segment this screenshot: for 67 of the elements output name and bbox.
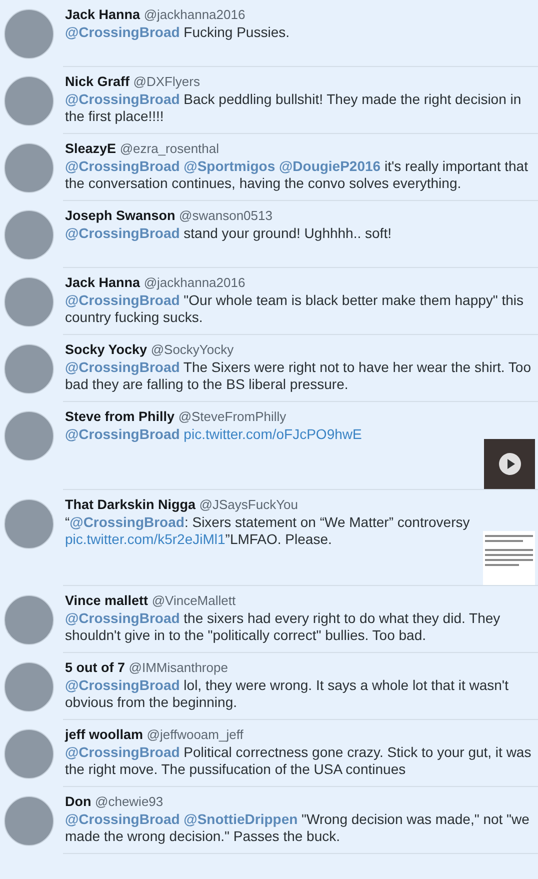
user-name[interactable]: Nick Graff bbox=[65, 74, 130, 89]
avatar[interactable] bbox=[4, 411, 54, 461]
avatar[interactable] bbox=[4, 662, 54, 712]
user-handle[interactable]: @JSaysFuckYou bbox=[199, 497, 298, 512]
mention-link[interactable]: @CrossingBroad bbox=[65, 91, 180, 107]
mention-link[interactable]: @CrossingBroad bbox=[65, 24, 180, 40]
user-name[interactable]: SleazyE bbox=[65, 141, 116, 156]
user-name[interactable]: 5 out of 7 bbox=[65, 660, 125, 675]
user-handle[interactable]: @jackhanna2016 bbox=[144, 275, 246, 290]
tweet-text: @CrossingBroad The Sixers were right not to have her wear the shirt. Too bad they are falling to the BS liberal pressure. bbox=[65, 359, 532, 393]
video-thumbnail[interactable] bbox=[484, 439, 535, 489]
avatar[interactable] bbox=[4, 499, 54, 549]
mention-link[interactable]: @CrossingBroad bbox=[65, 677, 180, 693]
avatar[interactable] bbox=[4, 9, 54, 59]
avatar[interactable] bbox=[4, 277, 54, 327]
user-name[interactable]: That Darkskin Nigga bbox=[65, 497, 196, 512]
tweet-text: @CrossingBroad the sixers had every right to do what they did. They shouldn't give in to the "politically correct" bullies. Too bad. bbox=[65, 610, 502, 644]
user-name[interactable]: Socky Yocky bbox=[65, 342, 148, 357]
mention-link[interactable]: @CrossingBroad bbox=[65, 158, 180, 174]
user-handle[interactable]: @DXFlyers bbox=[133, 74, 200, 89]
mention-link[interactable]: @CrossingBroad bbox=[65, 610, 180, 626]
mention-link[interactable]: @CrossingBroad bbox=[65, 292, 180, 308]
mention-link[interactable]: @Sportmigos bbox=[184, 158, 276, 174]
document-thumbnail[interactable] bbox=[483, 531, 535, 585]
user-handle[interactable]: @jackhanna2016 bbox=[144, 7, 246, 22]
user-handle[interactable]: @chewie93 bbox=[95, 794, 164, 809]
user-handle[interactable]: @SockyYocky bbox=[150, 342, 234, 357]
user-handle[interactable]: @IMMisanthrope bbox=[128, 660, 228, 675]
mention-link[interactable]: @CrossingBroad bbox=[65, 359, 180, 375]
avatar[interactable] bbox=[4, 210, 54, 260]
tweet-text: @CrossingBroad Political correctness gone crazy. Stick to your gut, it was the right move. The pussifucation of the USA continues bbox=[65, 744, 532, 778]
mention-link[interactable]: @DougieP2016 bbox=[279, 158, 381, 174]
mention-link[interactable]: @CrossingBroad bbox=[65, 744, 180, 760]
avatar[interactable] bbox=[4, 796, 54, 846]
tweet-text: @CrossingBroad "Our whole team is black better make them happy" this country fucking sucks. bbox=[65, 292, 525, 326]
avatar[interactable] bbox=[4, 143, 54, 193]
tweet-text: @CrossingBroad stand your ground! Ughhhh.. soft! bbox=[65, 225, 392, 242]
url-link[interactable]: pic.twitter.com/k5r2eJiMl1 bbox=[65, 531, 226, 547]
tweet-text: @CrossingBroad @SnottieDrippen "Wrong decision was made," not "we made the wrong decision." Passes the buck. bbox=[65, 811, 530, 845]
avatar[interactable] bbox=[4, 729, 54, 779]
user-name[interactable]: Don bbox=[65, 794, 92, 809]
user-name[interactable]: jeff woollam bbox=[65, 727, 144, 742]
tweet-text: @CrossingBroad Fucking Pussies. bbox=[65, 24, 290, 41]
user-name[interactable]: Joseph Swanson bbox=[65, 208, 176, 223]
mention-link[interactable]: @SnottieDrippen bbox=[184, 811, 298, 827]
user-handle[interactable]: @jeffwooam_jeff bbox=[146, 727, 244, 742]
tweet-text: @CrossingBroad lol, they were wrong. It says a whole lot that it wasn't obvious from the beginning. bbox=[65, 677, 510, 711]
tweet-text: @CrossingBroad @Sportmigos @DougieP2016 it's really important that the conversation continues, having the convo solves everything. bbox=[65, 158, 529, 192]
avatar[interactable] bbox=[4, 76, 54, 126]
tweet-text: @CrossingBroad Back peddling bullshit! They made the right decision in the first place!!!! bbox=[65, 91, 522, 125]
mention-link[interactable]: @CrossingBroad bbox=[65, 426, 180, 442]
tweet-text: “@CrossingBroad: Sixers statement on “We Matter” controversy pic.twitter.com/k5r2eJiMl1”LMFAO. Please. bbox=[65, 514, 471, 548]
user-handle[interactable]: @swanson0513 bbox=[179, 208, 272, 223]
url-link[interactable]: pic.twitter.com/oFJcPO9hwE bbox=[184, 426, 362, 442]
mention-link[interactable]: @CrossingBroad bbox=[70, 514, 184, 530]
mention-link[interactable]: @CrossingBroad bbox=[65, 811, 180, 827]
play-icon[interactable] bbox=[498, 452, 522, 476]
user-name[interactable]: Jack Hanna bbox=[65, 275, 140, 290]
avatar[interactable] bbox=[4, 344, 54, 394]
user-name[interactable]: Vince mallett bbox=[65, 593, 148, 608]
mention-link[interactable]: @CrossingBroad bbox=[65, 225, 180, 241]
user-handle[interactable]: @ezra_rosenthal bbox=[120, 141, 220, 156]
user-name[interactable]: Steve from Philly bbox=[65, 409, 175, 424]
user-handle[interactable]: @SteveFromPhilly bbox=[178, 409, 286, 424]
avatar[interactable] bbox=[4, 595, 54, 645]
user-handle[interactable]: @VinceMallett bbox=[152, 593, 236, 608]
user-name[interactable]: Jack Hanna bbox=[65, 7, 140, 22]
